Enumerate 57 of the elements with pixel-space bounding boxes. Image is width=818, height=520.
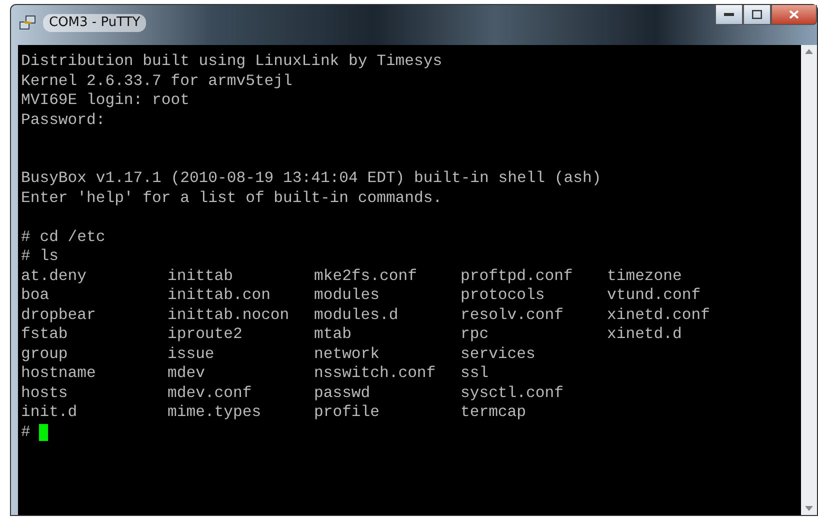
file-name: mime.types bbox=[168, 403, 262, 422]
file-name: protocols bbox=[460, 286, 546, 306]
file-name: mtab bbox=[314, 325, 352, 344]
file-name: termcap bbox=[460, 403, 528, 422]
scrollbar[interactable] bbox=[801, 45, 817, 515]
app-icon bbox=[19, 14, 37, 32]
file-name: fstab bbox=[21, 325, 69, 344]
prompt-symbol: # bbox=[21, 422, 30, 442]
file-name: proftpd.conf bbox=[460, 266, 574, 286]
file-name: network bbox=[314, 344, 381, 364]
file-name: modules.d bbox=[314, 306, 400, 325]
file-name: boa bbox=[21, 286, 50, 306]
file-name: xinetd.conf bbox=[607, 306, 711, 325]
file-name: timezone bbox=[607, 266, 683, 286]
file-name: sysctl.conf bbox=[460, 384, 564, 403]
file-name: mke2fs.conf bbox=[314, 266, 418, 286]
close-button[interactable] bbox=[771, 5, 817, 25]
minimize-button[interactable] bbox=[715, 5, 743, 25]
file-name: group bbox=[21, 344, 69, 364]
file-name: services bbox=[460, 344, 536, 364]
scroll-up-icon[interactable] bbox=[805, 49, 813, 54]
file-name: init.d bbox=[21, 403, 78, 422]
file-name: inittab.con bbox=[168, 286, 272, 306]
maximize-button[interactable] bbox=[743, 5, 771, 25]
terminal-line: # cd /etc bbox=[21, 228, 106, 247]
file-name: rpc bbox=[460, 325, 490, 344]
scroll-down-icon[interactable] bbox=[805, 506, 813, 511]
terminal-line: Kernel 2.6.33.7 for armv5tejl bbox=[21, 72, 294, 91]
file-name: profile bbox=[314, 403, 381, 422]
terminal-line: # ls bbox=[21, 247, 60, 266]
file-name: mdev.conf bbox=[168, 384, 253, 403]
file-name: hosts bbox=[21, 384, 69, 403]
file-name: mdev bbox=[168, 364, 206, 384]
file-name: inittab bbox=[168, 266, 234, 286]
file-name: modules bbox=[314, 286, 381, 306]
file-name: nsswitch.conf bbox=[314, 364, 437, 384]
minimize-icon bbox=[724, 12, 734, 16]
file-name: hostname bbox=[21, 364, 97, 384]
file-name: xinetd.d bbox=[607, 325, 683, 344]
file-name: dropbear bbox=[21, 306, 97, 325]
terminal-line: Password: bbox=[21, 110, 106, 130]
file-name: passwd bbox=[314, 384, 372, 403]
file-name: iproute2 bbox=[168, 325, 244, 344]
file-name: resolv.conf bbox=[460, 306, 564, 325]
text-cursor bbox=[39, 424, 48, 441]
file-name: vtund.conf bbox=[607, 286, 702, 306]
terminal-line: Distribution built using LinuxLink by Timesys bbox=[21, 52, 444, 72]
terminal-line: BusyBox v1.17.1 (2010-08-19 13:41:04 EDT) built-in shell (ash) bbox=[21, 169, 602, 188]
file-name: issue bbox=[168, 344, 216, 364]
window-title: COM3 - PuTTY bbox=[43, 14, 146, 32]
close-icon bbox=[789, 10, 799, 19]
file-name: ssl bbox=[460, 364, 490, 384]
file-name: at.deny bbox=[21, 266, 88, 286]
terminal-line: Enter 'help' for a list of built-in commands. bbox=[21, 188, 444, 208]
terminal-line: MVI69E login: root bbox=[21, 91, 190, 110]
maximize-icon bbox=[752, 10, 762, 19]
file-name: inittab.nocon bbox=[168, 306, 290, 325]
